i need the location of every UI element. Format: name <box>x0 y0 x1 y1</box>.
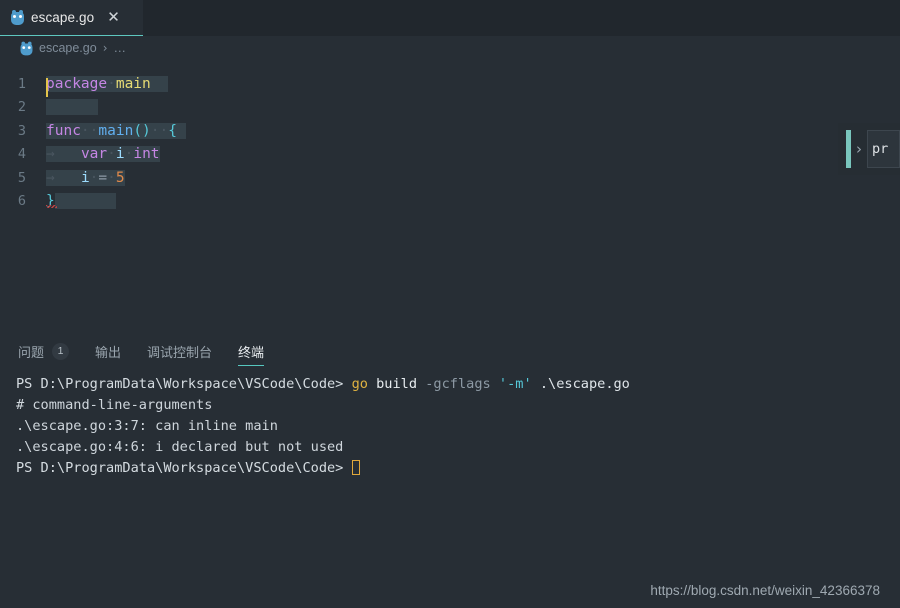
code-token: () <box>133 122 151 139</box>
code-line[interactable]: 3 func··main()··{ <box>0 119 900 143</box>
panel-tab-label: 调试控制台 <box>147 344 213 360</box>
code-token <box>54 169 81 186</box>
code-editor[interactable]: 1 package·main 2 3 func··main()··{ 4 → var·… <box>0 60 900 332</box>
error-squiggle <box>46 205 57 209</box>
panel-tab-3[interactable]: 终端 <box>238 337 265 366</box>
line-content: package·main <box>46 75 169 97</box>
line-content: → var·i·int <box>46 146 160 163</box>
suggest-overlay-partial[interactable]: › pr <box>838 123 900 175</box>
terminal-segment: -gcflags <box>425 376 491 392</box>
terminal-segment: go <box>351 376 368 392</box>
terminal-cursor <box>351 460 360 475</box>
code-token: i <box>80 169 90 186</box>
code-token: ·· <box>150 122 169 139</box>
code-token: main <box>98 122 134 139</box>
code-token: var <box>80 146 108 163</box>
code-token: package <box>46 75 108 92</box>
code-line[interactable]: 2 <box>0 96 900 120</box>
code-token <box>150 75 169 92</box>
code-line[interactable]: 5 → i·=·5 <box>0 166 900 190</box>
code-token <box>54 193 116 210</box>
tab-bar-empty-space <box>143 0 900 36</box>
line-number: 4 <box>17 146 26 163</box>
code-token <box>176 122 186 139</box>
code-token: func <box>46 122 81 139</box>
panel-tab-label: 输出 <box>95 344 122 360</box>
code-token: → <box>46 169 55 186</box>
code-token: → <box>46 146 55 163</box>
code-token: int <box>133 146 160 163</box>
terminal-segment: '-m' <box>498 376 532 392</box>
go-gopher-icon <box>20 41 33 55</box>
code-line[interactable]: 1 package·main <box>0 72 900 97</box>
panel-tab-2[interactable]: 调试控制台 <box>147 337 212 366</box>
overlay-input-box[interactable]: pr <box>867 130 900 168</box>
line-content <box>46 99 99 116</box>
line-number: 1 <box>17 75 26 92</box>
chevron-right-icon: › <box>856 140 862 158</box>
terminal-segment: .\escape.go:4:6: i declared but not used <box>16 439 344 455</box>
code-token: = <box>98 169 108 186</box>
terminal-segment: # command-line-arguments <box>16 397 213 413</box>
code-token <box>46 99 99 116</box>
panel-tab-1[interactable]: 输出 <box>95 337 121 366</box>
code-token: ·· <box>80 122 99 139</box>
line-number: 6 <box>17 193 26 210</box>
code-line[interactable]: 6} <box>0 190 900 214</box>
breadcrumb[interactable]: escape.go › … <box>0 36 900 60</box>
terminal-segment <box>491 376 499 392</box>
terminal-line: .\escape.go:4:6: i declared but not used <box>16 437 900 458</box>
code-token: i <box>115 146 125 163</box>
line-content: func··main()··{ <box>46 122 186 139</box>
terminal-segment: .\escape.go <box>531 376 630 392</box>
text-cursor <box>46 77 48 97</box>
breadcrumb-file[interactable]: escape.go <box>39 41 97 55</box>
code-token: 5 <box>115 169 125 186</box>
terminal-segment: .\escape.go:3:7: can inline main <box>16 418 278 434</box>
code-token: · <box>107 75 116 92</box>
code-lines-container: 1 package·main 2 3 func··main()··{ 4 → var·… <box>0 72 900 213</box>
line-content: → i·=·5 <box>46 169 125 186</box>
terminal-segment: build <box>367 376 426 392</box>
go-gopher-icon <box>11 10 24 25</box>
editor-tab-escape-go[interactable]: escape.go ✕ <box>0 0 143 36</box>
panel-tab-0[interactable]: 问题 1 <box>18 337 70 366</box>
chevron-right-icon: › <box>102 41 108 55</box>
panel-tab-label: 问题 <box>18 344 45 360</box>
code-token: · <box>107 146 116 163</box>
editor-tab-label: escape.go <box>31 10 95 25</box>
terminal-output[interactable]: PS D:\ProgramData\Workspace\VSCode\Code>… <box>0 366 900 479</box>
bottom-panel: 问题 1 输出 调试控制台 终端 PS D:\ProgramData\Workspace… <box>0 332 900 479</box>
breadcrumb-overflow[interactable]: … <box>114 41 128 55</box>
panel-tab-badge: 1 <box>52 342 70 360</box>
editor-tab-bar: escape.go ✕ <box>0 0 900 36</box>
code-line[interactable]: 4 → var·i·int <box>0 143 900 167</box>
terminal-line: # command-line-arguments <box>16 395 900 416</box>
watermark: https://blog.csdn.net/weixin_42366378 <box>650 583 880 598</box>
line-number: 2 <box>17 99 26 116</box>
close-icon[interactable]: ✕ <box>107 10 120 25</box>
code-token: main <box>115 75 151 92</box>
line-number: 5 <box>17 169 26 186</box>
code-token <box>54 146 81 163</box>
terminal-line: .\escape.go:3:7: can inline main <box>16 416 900 437</box>
terminal-segment: PS D:\ProgramData\Workspace\VSCode\Code> <box>16 460 352 476</box>
terminal-line: PS D:\ProgramData\Workspace\VSCode\Code>… <box>16 374 900 395</box>
code-token: { <box>168 122 177 139</box>
panel-tab-label: 终端 <box>238 344 265 360</box>
line-number: 3 <box>17 122 26 139</box>
panel-tab-bar: 问题 1 输出 调试控制台 终端 <box>0 336 900 366</box>
line-content: } <box>46 193 116 210</box>
code-token: · <box>107 169 116 186</box>
terminal-segment: PS D:\ProgramData\Workspace\VSCode\Code> <box>16 376 352 392</box>
overlay-accent-bar <box>846 130 851 168</box>
terminal-line: PS D:\ProgramData\Workspace\VSCode\Code> <box>16 458 900 479</box>
